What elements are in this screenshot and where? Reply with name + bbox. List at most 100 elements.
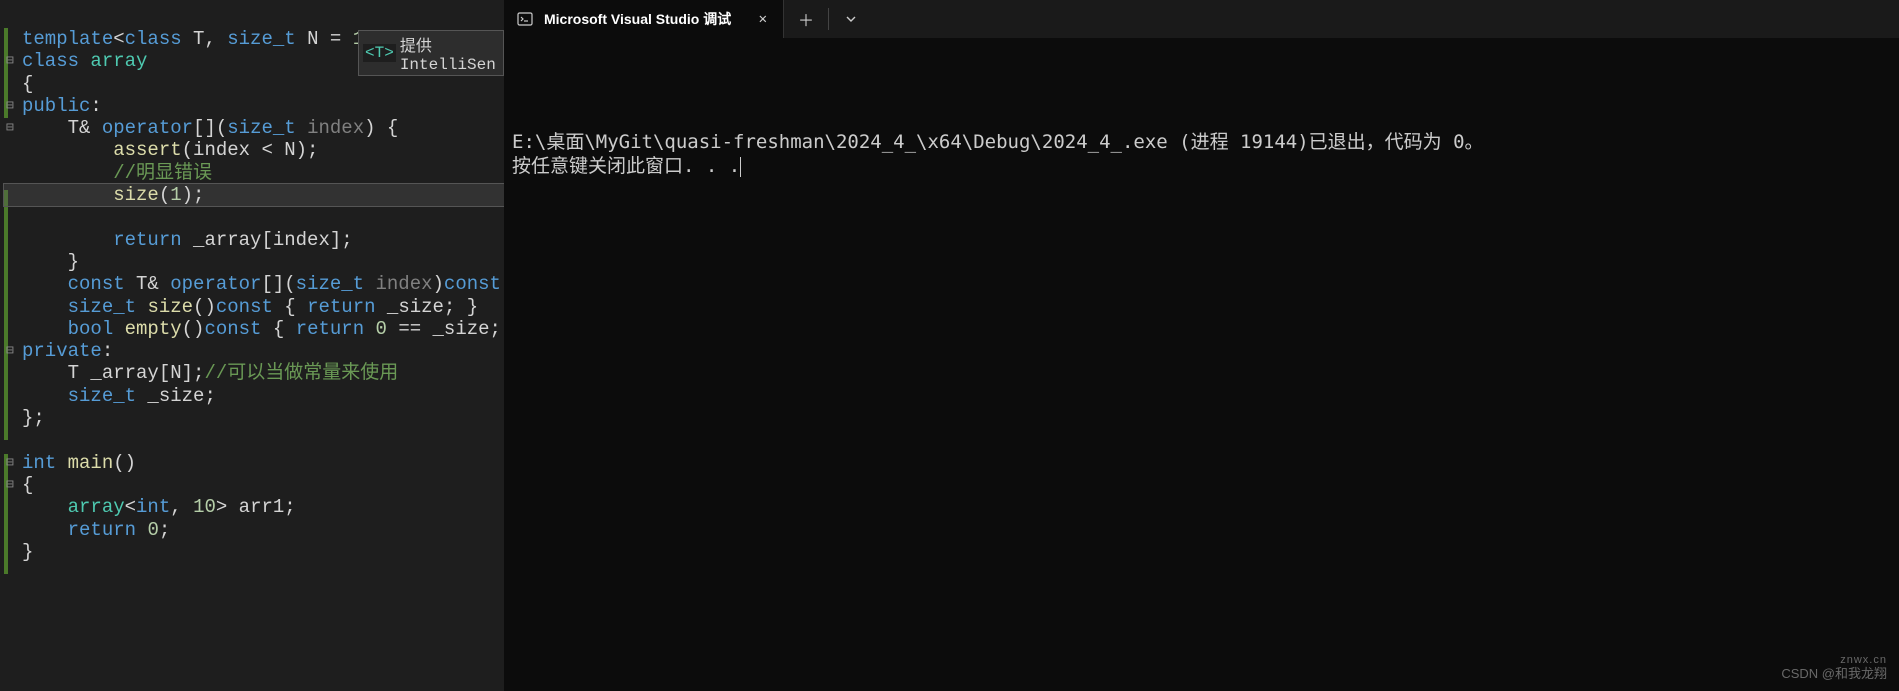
code-token: { bbox=[22, 474, 33, 496]
code-line[interactable]: size_t size()const { return _size; } bbox=[4, 296, 504, 318]
code-line[interactable]: int main() bbox=[4, 452, 504, 474]
code-token: () bbox=[113, 452, 136, 474]
code-line[interactable]: T _array[N];//可以当做常量来使用 bbox=[4, 362, 504, 384]
code-token: return bbox=[307, 296, 375, 318]
code-token bbox=[22, 273, 68, 295]
code-token: size_t bbox=[68, 385, 136, 407]
code-line[interactable]: array<int, 10> arr1; bbox=[4, 496, 504, 518]
close-icon[interactable]: ✕ bbox=[755, 9, 771, 30]
code-line[interactable]: return 0; bbox=[4, 519, 504, 541]
tab-dropdown-button[interactable] bbox=[829, 0, 873, 38]
fold-toggle-icon[interactable]: ⊟ bbox=[6, 120, 14, 135]
code-token: _size; bbox=[136, 385, 216, 407]
code-line[interactable]: size_t _size; bbox=[4, 385, 504, 407]
code-token: const bbox=[68, 273, 125, 295]
code-token: T, bbox=[182, 28, 228, 50]
fold-toggle-icon[interactable]: ⊟ bbox=[6, 455, 14, 470]
code-token bbox=[22, 296, 68, 318]
code-token: array bbox=[68, 496, 125, 518]
code-line[interactable]: } bbox=[4, 251, 504, 273]
code-token bbox=[22, 519, 68, 541]
code-line[interactable]: } bbox=[4, 541, 504, 563]
code-line[interactable]: private: bbox=[4, 340, 504, 362]
code-token: ) { bbox=[364, 117, 398, 139]
fold-toggle-icon[interactable]: ⊟ bbox=[6, 53, 14, 68]
code-token: const bbox=[216, 296, 273, 318]
terminal-output[interactable]: E:\桌面\MyGit\quasi-freshman\2024_4_\x64\D… bbox=[504, 38, 1899, 691]
code-token: _size; } bbox=[376, 296, 479, 318]
code-token: size_t bbox=[68, 296, 136, 318]
code-area[interactable]: template<class T, size_t N = 10>class ar… bbox=[0, 0, 504, 563]
code-line[interactable] bbox=[4, 429, 504, 451]
code-token: assert bbox=[113, 139, 181, 161]
terminal-tab-title: Microsoft Visual Studio 调试 bbox=[544, 9, 745, 29]
code-line[interactable]: return _array[index]; bbox=[4, 229, 504, 251]
code-line[interactable]: bool empty()const { return 0 == _size; } bbox=[4, 318, 504, 340]
fold-toggle-icon[interactable]: ⊟ bbox=[6, 343, 14, 358]
code-token: 10 bbox=[193, 496, 216, 518]
code-token: //可以当做常量来使用 bbox=[204, 362, 398, 384]
code-token: array bbox=[90, 50, 147, 72]
code-editor-pane: template<class T, size_t N = 10>class ar… bbox=[0, 0, 504, 691]
code-token: 0 bbox=[376, 318, 387, 340]
watermark-bottom: CSDN @和我龙翔 bbox=[1781, 667, 1887, 681]
tab-actions: ＋ bbox=[784, 0, 873, 38]
code-token: return bbox=[113, 229, 181, 251]
code-token: class bbox=[22, 50, 79, 72]
code-token bbox=[22, 139, 113, 161]
code-token: 0 bbox=[147, 519, 158, 541]
code-token bbox=[79, 50, 90, 72]
code-token bbox=[136, 519, 147, 541]
code-token: operator bbox=[102, 117, 193, 139]
terminal-cursor bbox=[740, 157, 741, 177]
code-token: template bbox=[22, 28, 113, 50]
code-token: { bbox=[22, 73, 33, 95]
fold-toggle-icon[interactable]: ⊟ bbox=[6, 477, 14, 492]
code-line[interactable]: }; bbox=[4, 407, 504, 429]
code-token: empty bbox=[125, 318, 182, 340]
code-token: //明显错误 bbox=[113, 162, 212, 184]
code-token: () bbox=[182, 318, 205, 340]
code-token bbox=[22, 162, 113, 184]
code-token: int bbox=[136, 496, 170, 518]
code-line[interactable] bbox=[4, 206, 504, 228]
code-token: { bbox=[273, 296, 307, 318]
code-line[interactable]: public: bbox=[4, 95, 504, 117]
code-token: T _array[N]; bbox=[22, 362, 204, 384]
new-tab-button[interactable]: ＋ bbox=[784, 0, 828, 38]
code-line[interactable]: size(1); bbox=[4, 184, 504, 206]
code-token: T& bbox=[22, 117, 102, 139]
code-line[interactable]: const T& operator[](size_t index)const {… bbox=[4, 273, 504, 295]
code-token: class bbox=[125, 28, 182, 50]
code-token bbox=[136, 296, 147, 318]
code-token: { bbox=[261, 318, 295, 340]
code-token: 1 bbox=[170, 184, 181, 206]
code-token: return bbox=[68, 519, 136, 541]
code-token: ) bbox=[433, 273, 444, 295]
code-token: size_t bbox=[227, 28, 295, 50]
code-token: bool bbox=[68, 318, 114, 340]
code-line[interactable]: //明显错误 bbox=[4, 162, 504, 184]
code-token bbox=[22, 206, 33, 228]
watermark-top: znwx.cn bbox=[1781, 653, 1887, 667]
code-token: } bbox=[22, 541, 33, 563]
code-token: main bbox=[68, 452, 114, 474]
code-token bbox=[22, 429, 33, 451]
code-token: == _size; } bbox=[387, 318, 504, 340]
intellisense-hint-text: 提供 IntelliSen bbox=[400, 32, 499, 74]
code-line[interactable]: { bbox=[4, 474, 504, 496]
code-token: operator bbox=[170, 273, 261, 295]
code-token: size bbox=[147, 296, 193, 318]
code-token: }; bbox=[22, 407, 45, 429]
code-token: N = bbox=[296, 28, 353, 50]
code-line[interactable]: T& operator[](size_t index) { bbox=[4, 117, 504, 139]
code-token: } bbox=[22, 251, 79, 273]
code-line[interactable]: assert(index < N); bbox=[4, 139, 504, 161]
code-token bbox=[56, 452, 67, 474]
code-token: < bbox=[125, 496, 136, 518]
code-token: index bbox=[307, 117, 364, 139]
terminal-tab[interactable]: Microsoft Visual Studio 调试 ✕ bbox=[504, 0, 784, 38]
code-token: ; bbox=[159, 519, 170, 541]
fold-toggle-icon[interactable]: ⊟ bbox=[6, 98, 14, 113]
code-token bbox=[296, 117, 307, 139]
